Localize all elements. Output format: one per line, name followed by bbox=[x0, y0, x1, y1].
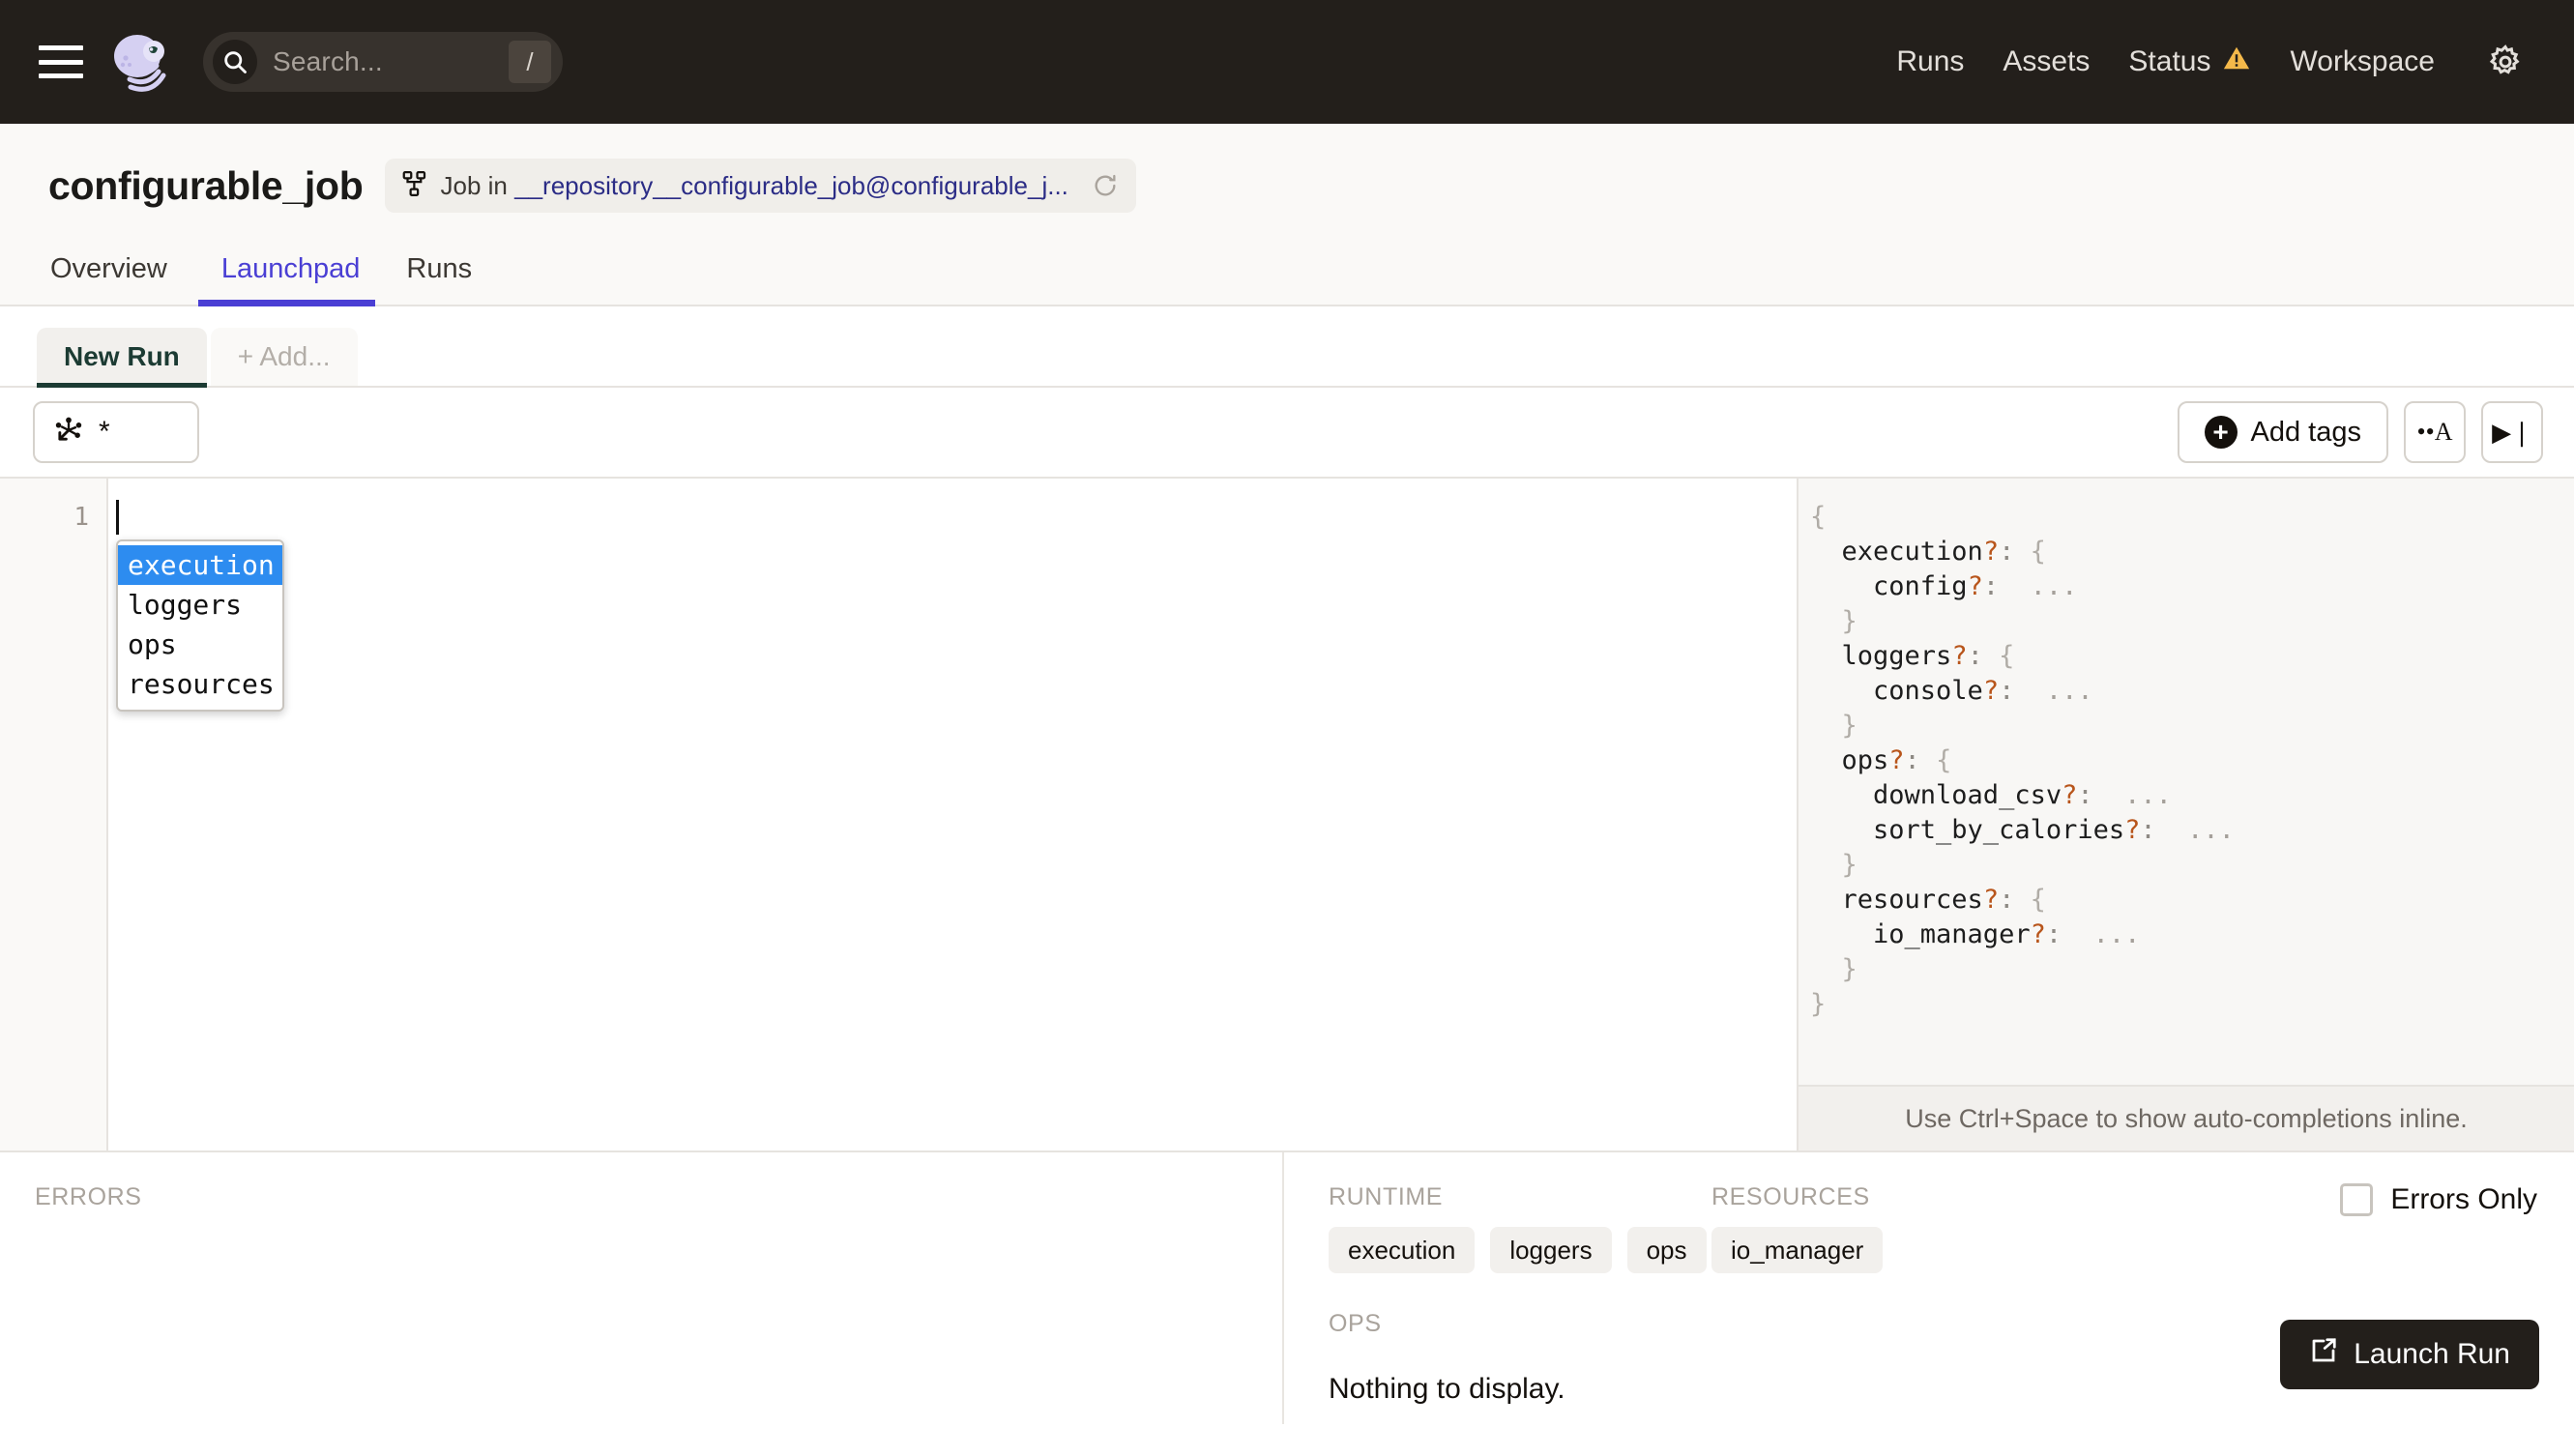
add-tags-label: Add tags bbox=[2250, 416, 2361, 448]
expand-panel-button[interactable]: ▶❘ bbox=[2481, 401, 2543, 463]
schema-line: resources?: { bbox=[1810, 885, 2046, 915]
session-tab-add[interactable]: + Add... bbox=[210, 328, 358, 386]
autocomplete-item-execution[interactable]: execution bbox=[118, 545, 282, 585]
autocomplete-item-ops[interactable]: ops bbox=[118, 625, 282, 664]
op-selection-input[interactable]: * bbox=[33, 401, 199, 463]
job-pill-link[interactable]: __repository__configurable_job@configura… bbox=[514, 171, 1068, 200]
errors-panel: ERRORS bbox=[0, 1152, 1284, 1424]
config-yaml-editor[interactable]: execution loggers ops resources bbox=[108, 479, 1799, 1150]
schema-line: loggers?: { bbox=[1810, 641, 2015, 671]
gear-icon[interactable] bbox=[2454, 44, 2533, 80]
font-size-icon: ••A bbox=[2416, 418, 2453, 446]
schema-line: console?: ... bbox=[1810, 676, 2093, 706]
session-tab-bar: New Run + Add... bbox=[0, 306, 2574, 388]
launch-run-button[interactable]: Launch Run bbox=[2280, 1320, 2539, 1389]
nav-link-status[interactable]: Status bbox=[2109, 44, 2270, 80]
config-toolbar: * + Add tags ••A ▶❘ bbox=[0, 388, 2574, 479]
hamburger-menu-icon[interactable] bbox=[39, 45, 83, 78]
nav-link-status-label: Status bbox=[2128, 45, 2211, 77]
font-size-button[interactable]: ••A bbox=[2404, 401, 2466, 463]
tab-runs-label: Runs bbox=[406, 253, 473, 284]
editor-gutter: 1 bbox=[0, 479, 108, 1150]
search-shortcut-key: / bbox=[509, 41, 551, 83]
tab-runs[interactable]: Runs bbox=[383, 253, 495, 305]
text-caret bbox=[116, 500, 119, 535]
schema-line: download_csv?: ... bbox=[1810, 780, 2172, 810]
resources-chips: io_manager bbox=[1711, 1227, 1884, 1273]
errors-section-label: ERRORS bbox=[35, 1183, 142, 1210]
job-pill-text: Job in __repository__configurable_job@co… bbox=[441, 171, 1068, 201]
config-editor-area: 1 execution loggers ops resources { exec… bbox=[0, 479, 2574, 1152]
external-link-icon bbox=[2309, 1336, 2338, 1373]
schema-line: } bbox=[1841, 711, 1857, 741]
global-search-box[interactable]: Search... / bbox=[203, 32, 563, 92]
tab-launchpad[interactable]: Launchpad bbox=[197, 253, 384, 306]
nav-link-workspace-label: Workspace bbox=[2290, 45, 2435, 77]
runtime-block: RUNTIME execution loggers ops bbox=[1329, 1183, 1711, 1273]
job-tabs: Overview Launchpad Runs bbox=[48, 253, 2574, 306]
nav-link-runs[interactable]: Runs bbox=[1877, 45, 1983, 78]
autocomplete-dropdown[interactable]: execution loggers ops resources bbox=[116, 539, 284, 712]
warning-icon bbox=[2222, 44, 2251, 80]
nav-link-workspace[interactable]: Workspace bbox=[2270, 45, 2454, 78]
autocomplete-item-loggers[interactable]: loggers bbox=[118, 585, 282, 625]
runtime-chip-ops[interactable]: ops bbox=[1626, 1227, 1707, 1273]
runtime-section-label: RUNTIME bbox=[1329, 1183, 1444, 1210]
launch-run-label: Launch Run bbox=[2354, 1338, 2510, 1370]
errors-only-checkbox[interactable] bbox=[2340, 1183, 2374, 1216]
schema-line: sort_by_calories?: ... bbox=[1810, 815, 2235, 845]
expand-panel-icon: ▶❘ bbox=[2492, 417, 2532, 447]
editor-hint-bar: Use Ctrl+Space to show auto-completions … bbox=[1799, 1085, 2574, 1150]
job-pill-prefix: Job in bbox=[440, 170, 515, 200]
op-graph-icon bbox=[52, 414, 85, 451]
session-tab-new-run-label: New Run bbox=[64, 341, 180, 371]
runtime-chip-loggers[interactable]: loggers bbox=[1490, 1227, 1612, 1273]
errors-only-label: Errors Only bbox=[2390, 1183, 2537, 1215]
schema-line: } bbox=[1810, 989, 1827, 1019]
tab-launchpad-label: Launchpad bbox=[220, 253, 361, 284]
runtime-chip-execution[interactable]: execution bbox=[1329, 1227, 1476, 1273]
schema-line: { bbox=[1810, 502, 1827, 532]
tab-overview[interactable]: Overview bbox=[50, 253, 190, 305]
launchpad-footer: ERRORS RUNTIME execution loggers ops RES… bbox=[0, 1152, 2574, 1424]
job-header: configurable_job Job in __repository__co… bbox=[0, 124, 2574, 306]
config-schema-code: { execution?: { config?: ... } loggers?:… bbox=[1799, 479, 2574, 1085]
job-repository-pill[interactable]: Job in __repository__configurable_job@co… bbox=[384, 159, 1136, 213]
resources-block: RESOURCES io_manager bbox=[1711, 1183, 1884, 1273]
config-schema-preview: { execution?: { config?: ... } loggers?:… bbox=[1799, 479, 2574, 1150]
schema-line: ops?: { bbox=[1810, 745, 1952, 775]
schema-line: } bbox=[1841, 606, 1857, 636]
refresh-icon[interactable] bbox=[1092, 172, 1119, 199]
runtime-chips: execution loggers ops bbox=[1329, 1227, 1711, 1273]
search-placeholder: Search... bbox=[273, 46, 383, 76]
toolbar-right-actions: + Add tags ••A ▶❘ bbox=[2177, 401, 2543, 463]
search-icon bbox=[213, 40, 257, 84]
line-number: 1 bbox=[73, 503, 89, 532]
session-tab-new-run[interactable]: New Run bbox=[37, 328, 207, 388]
schema-line: } bbox=[1841, 954, 1857, 984]
autocomplete-item-resources[interactable]: resources bbox=[118, 664, 282, 704]
top-navigation-bar: Search... / Runs Assets Status Workspace bbox=[0, 0, 2574, 124]
schema-line: io_manager?: ... bbox=[1810, 919, 2141, 949]
job-title-row: configurable_job Job in __repository__co… bbox=[48, 159, 2574, 213]
nav-link-assets[interactable]: Assets bbox=[1983, 45, 2109, 78]
dagster-logo-icon[interactable] bbox=[108, 29, 174, 95]
plus-icon: + bbox=[2204, 416, 2238, 449]
nav-link-assets-label: Assets bbox=[2003, 45, 2091, 77]
schema-line: config?: ... bbox=[1810, 571, 2078, 601]
nav-link-runs-label: Runs bbox=[1896, 45, 1965, 77]
tab-overview-label: Overview bbox=[50, 253, 167, 284]
nav-links: Runs Assets Status Workspace bbox=[1877, 44, 2533, 80]
page-title: configurable_job bbox=[48, 162, 364, 208]
resources-section-label: RESOURCES bbox=[1711, 1183, 1870, 1210]
errors-only-toggle[interactable]: Errors Only bbox=[2340, 1183, 2537, 1216]
op-selection-value: * bbox=[99, 416, 110, 448]
resources-chip-io-manager[interactable]: io_manager bbox=[1711, 1227, 1884, 1273]
schema-line: execution?: { bbox=[1810, 537, 2046, 567]
session-tab-add-label: + Add... bbox=[237, 341, 331, 371]
job-graph-icon bbox=[400, 169, 429, 203]
add-tags-button[interactable]: + Add tags bbox=[2177, 401, 2388, 463]
schema-line: } bbox=[1841, 850, 1857, 880]
